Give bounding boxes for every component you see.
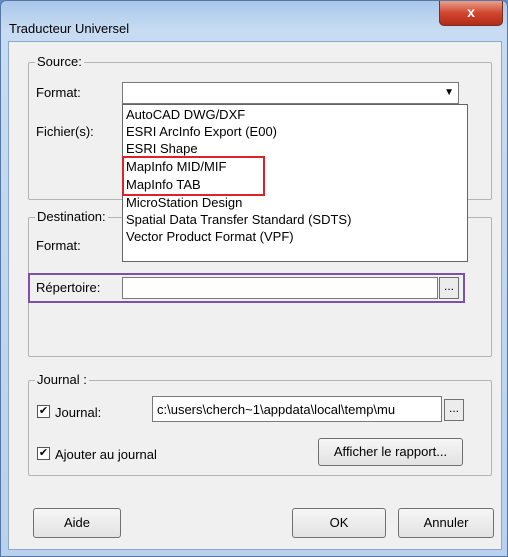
cancel-button[interactable]: Annuler	[398, 508, 494, 538]
format-option[interactable]: Vector Product Format (VPF)	[126, 229, 294, 245]
title-bar[interactable]: Traducteur Universel	[1, 1, 507, 37]
source-group-title: Source:	[35, 54, 84, 69]
destination-group-title: Destination:	[35, 209, 108, 224]
journal-path-value: c:\users\cherch~1\appdata\local\temp\mu	[157, 402, 396, 417]
format-option[interactable]: ESRI ArcInfo Export (E00)	[126, 124, 277, 140]
source-format-select[interactable]: ▼	[122, 82, 459, 104]
check-mark-icon: ✔	[38, 447, 49, 459]
directory-browse-button[interactable]: ...	[439, 277, 459, 299]
window-title: Traducteur Universel	[9, 21, 130, 36]
format-option[interactable]: ESRI Shape	[126, 141, 198, 157]
format-option[interactable]: MicroStation Design	[126, 195, 242, 211]
chevron-down-icon[interactable]: ▼	[444, 87, 454, 98]
source-format-dropdown-list[interactable]: AutoCAD DWG/DXF ESRI ArcInfo Export (E00…	[122, 104, 468, 262]
source-format-label: Format:	[36, 85, 81, 100]
dialog-client-area: Source: Format: ▼ Fichier(s): Destinatio…	[8, 41, 502, 550]
destination-directory-input[interactable]	[122, 277, 438, 299]
source-files-label: Fichier(s):	[36, 124, 94, 139]
check-mark-icon: ✔	[38, 405, 49, 417]
ok-button[interactable]: OK	[292, 508, 386, 538]
journal-checkbox-label: Journal:	[55, 405, 102, 420]
mapinfo-highlight-box	[122, 156, 265, 196]
destination-format-label: Format:	[36, 238, 81, 253]
close-icon: x	[467, 4, 475, 20]
close-button[interactable]: x	[439, 1, 503, 26]
journal-group-title: Journal :	[35, 372, 89, 387]
append-checkbox-label: Ajouter au journal	[55, 447, 157, 462]
dialog-window: Traducteur Universel x Source: Format: ▼…	[0, 0, 508, 557]
show-report-button[interactable]: Afficher le rapport...	[318, 438, 463, 466]
help-button[interactable]: Aide	[33, 508, 121, 538]
format-option[interactable]: Spatial Data Transfer Standard (SDTS)	[126, 212, 351, 228]
destination-directory-label: Répertoire:	[36, 280, 101, 295]
journal-browse-button[interactable]: ...	[444, 399, 464, 421]
append-checkbox[interactable]: ✔	[37, 447, 50, 460]
journal-path-input[interactable]: c:\users\cherch~1\appdata\local\temp\mu	[152, 396, 442, 422]
journal-checkbox[interactable]: ✔	[37, 405, 50, 418]
format-option[interactable]: AutoCAD DWG/DXF	[126, 107, 245, 123]
